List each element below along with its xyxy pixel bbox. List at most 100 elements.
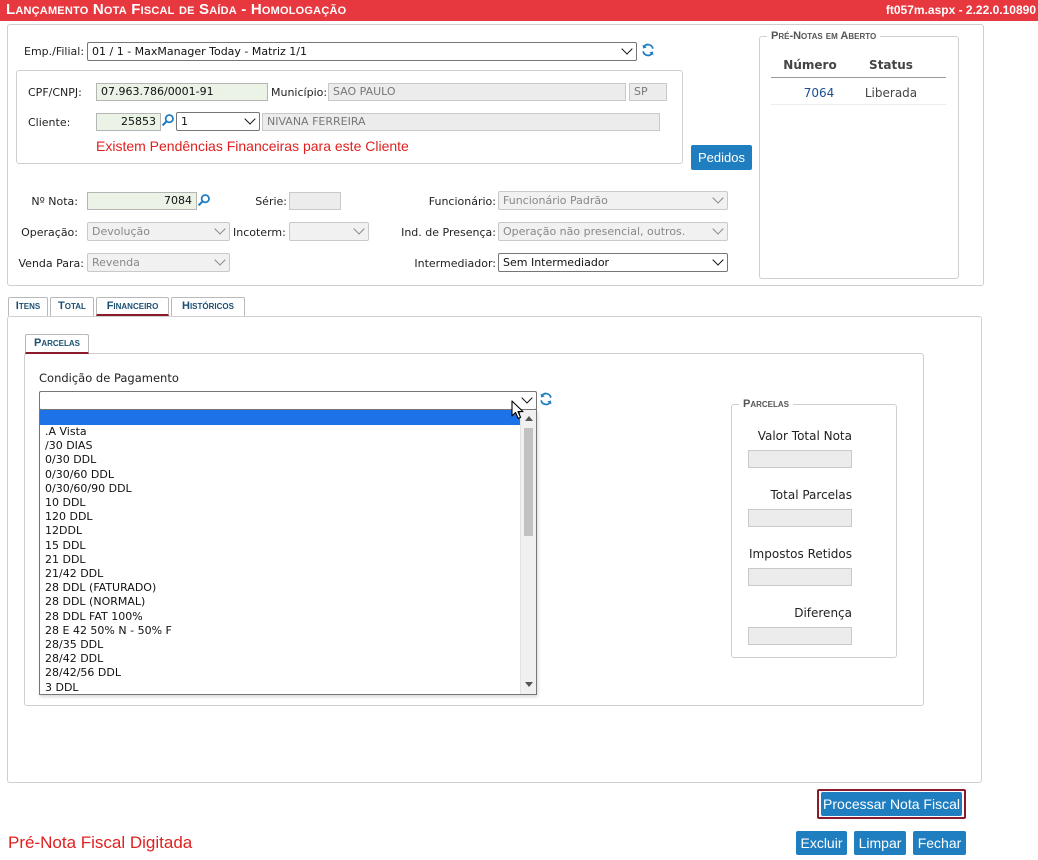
serie-label: Série: — [255, 195, 287, 208]
chevron-down-icon — [712, 223, 724, 235]
scroll-down-icon[interactable] — [525, 682, 533, 688]
fechar-button[interactable]: Fechar — [913, 831, 966, 855]
scroll-thumb[interactable] — [524, 428, 533, 536]
serie-field — [289, 192, 341, 210]
dropdown-option[interactable]: 28/35 DDL — [45, 638, 103, 652]
cpf-field[interactable]: 07.963.786/0001-91 — [96, 83, 268, 101]
empresa-value: 01 / 1 - MaxManager Today - Matriz 1/1 — [92, 45, 307, 58]
total-parcelas-label: Total Parcelas — [770, 488, 852, 502]
dropdown-scrollbar[interactable] — [520, 410, 536, 694]
pre-notas-legend: Pré-Notas em Aberto — [767, 30, 881, 42]
tab-total[interactable]: Total — [50, 297, 94, 316]
intermediador-label: Intermediador: — [414, 257, 496, 270]
dropdown-option[interactable]: 28 E 42 50% N - 50% F — [45, 624, 172, 638]
pedidos-button[interactable]: Pedidos — [691, 145, 752, 170]
funcionario-label: Funcionário: — [428, 195, 496, 208]
presenca-label: Ind. de Presença: — [401, 226, 496, 239]
empresa-select[interactable]: 01 / 1 - MaxManager Today - Matriz 1/1 — [87, 42, 637, 61]
cliente-seq-select[interactable]: 1 — [176, 112, 260, 131]
municipio-label: Município: — [271, 86, 328, 99]
search-icon[interactable] — [161, 113, 175, 127]
operacao-select: Devolução — [87, 222, 230, 241]
mouse-cursor-icon — [511, 400, 524, 420]
scroll-up-icon[interactable] — [525, 415, 533, 421]
dropdown-option[interactable]: 28 DDL (NORMAL) — [45, 595, 145, 609]
pre-notas-header-status: Status — [869, 58, 913, 72]
dropdown-option[interactable]: /30 DIAS — [45, 439, 92, 453]
dropdown-option[interactable]: 3 DDL — [45, 681, 79, 694]
empresa-label: Emp./Filial: — [24, 45, 85, 58]
dropdown-option[interactable]: .A Vista — [45, 425, 87, 439]
chevron-down-icon — [712, 254, 724, 266]
incoterm-select — [289, 222, 369, 241]
presenca-select: Operação não presencial, outros. — [498, 222, 728, 241]
operacao-value: Devolução — [92, 225, 151, 238]
condicao-label: Condição de Pagamento — [39, 371, 179, 385]
pre-notas-panel — [759, 36, 959, 279]
chevron-down-icon — [244, 113, 256, 125]
refresh-icon[interactable] — [539, 392, 553, 406]
refresh-icon[interactable] — [641, 43, 655, 57]
municipio-field: SAO PAULO — [328, 83, 626, 101]
chevron-down-icon — [353, 223, 365, 235]
pre-notas-header-numero: Número — [783, 58, 837, 72]
numero-nota-label: Nº Nota: — [31, 195, 78, 208]
venda-para-select: Revenda — [87, 253, 230, 272]
dropdown-option[interactable]: 28 DDL FAT 100% — [45, 610, 143, 624]
valor-total-label: Valor Total Nota — [757, 429, 852, 443]
tab-financeiro[interactable]: Financeiro — [96, 297, 169, 316]
total-parcelas-field — [748, 509, 852, 527]
impostos-retidos-label: Impostos Retidos — [749, 547, 852, 561]
processar-nota-button[interactable]: Processar Nota Fiscal — [821, 792, 962, 816]
dropdown-option[interactable]: 12DDL — [45, 524, 82, 538]
tab-itens[interactable]: Itens — [8, 297, 48, 316]
dropdown-option[interactable]: 0/30 DDL — [45, 453, 96, 467]
cliente-name-field: NIVANA FERREIRA — [262, 113, 660, 131]
subtab-parcelas[interactable]: Parcelas — [25, 334, 89, 354]
parcelas-legend: Parcelas — [739, 398, 794, 410]
chevron-down-icon — [214, 254, 226, 266]
presenca-value: Operação não presencial, outros. — [503, 225, 686, 238]
status-text: Pré-Nota Fiscal Digitada — [8, 833, 193, 852]
valor-total-field — [748, 450, 852, 468]
search-icon[interactable] — [197, 193, 211, 207]
dropdown-option[interactable]: 0/30/60/90 DDL — [45, 482, 132, 496]
dropdown-option[interactable]: 28 DDL (FATURADO) — [45, 581, 156, 595]
venda-para-value: Revenda — [92, 256, 140, 269]
dropdown-option[interactable]: 0/30/60 DDL — [45, 468, 114, 482]
diferenca-field — [748, 627, 852, 645]
dropdown-option[interactable]: 28/42/56 DDL — [45, 666, 121, 680]
funcionario-value: Funcionário Padrão — [503, 194, 608, 207]
chevron-down-icon — [712, 192, 724, 204]
page-title: Lançamento Nota Fiscal de Saída - Homolo… — [6, 1, 347, 18]
pendencias-warning: Existem Pendências Financeiras para este… — [96, 138, 409, 154]
intermediador-select[interactable]: Sem Intermediador — [498, 253, 728, 272]
cliente-label: Cliente: — [28, 116, 71, 129]
dropdown-option[interactable]: 21 DDL — [45, 553, 86, 567]
version-label: ft057m.aspx - 2.22.0.10890 — [885, 3, 1036, 17]
dropdown-option[interactable]: 120 DDL — [45, 510, 93, 524]
chevron-down-icon — [621, 43, 633, 55]
excluir-button[interactable]: Excluir — [796, 831, 847, 855]
dropdown-option[interactable]: 28/42 DDL — [45, 652, 103, 666]
title-bar: Lançamento Nota Fiscal de Saída - Homolo… — [0, 0, 1038, 21]
dropdown-highlight[interactable] — [40, 410, 521, 425]
cliente-seq-value: 1 — [181, 115, 188, 128]
condicao-select[interactable] — [39, 391, 537, 410]
pre-nota-status: Liberada — [864, 86, 918, 100]
condicao-dropdown-list[interactable]: .A Vista/30 DIAS 0/30 DDL 0/30/60 DDL 0/30/… — [39, 409, 537, 695]
impostos-retidos-field — [748, 568, 852, 586]
cpf-label: CPF/CNPJ: — [28, 86, 82, 99]
funcionario-select: Funcionário Padrão — [498, 191, 728, 210]
dropdown-option[interactable]: 15 DDL — [45, 539, 86, 553]
numero-nota-field[interactable]: 7084 — [87, 192, 197, 210]
limpar-button[interactable]: Limpar — [854, 831, 906, 855]
chevron-down-icon — [214, 223, 226, 235]
cliente-code-field[interactable]: 25853 — [96, 113, 161, 131]
diferenca-label: Diferença — [794, 606, 852, 620]
dropdown-option[interactable]: 10 DDL — [45, 496, 86, 510]
dropdown-option[interactable]: 21/42 DDL — [45, 567, 103, 581]
incoterm-label: Incoterm: — [233, 226, 286, 239]
intermediador-value: Sem Intermediador — [503, 256, 610, 269]
tab-historicos[interactable]: Históricos — [171, 297, 245, 316]
